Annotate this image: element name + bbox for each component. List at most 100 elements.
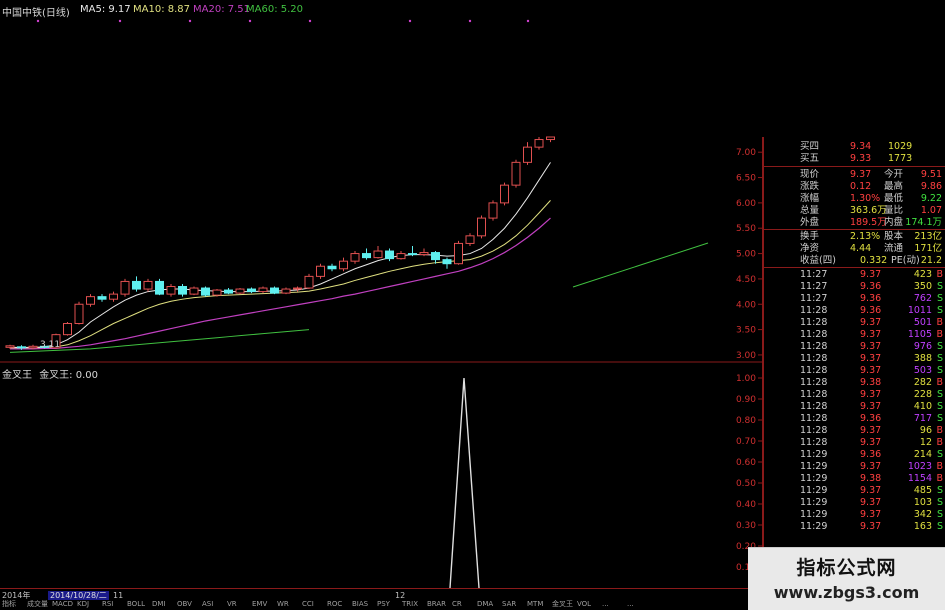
indicator-tab[interactable]: EMV bbox=[252, 600, 267, 609]
candle-body-35 bbox=[408, 253, 417, 256]
indicator-tab[interactable]: TRIX bbox=[402, 600, 418, 609]
ma5-label: MA5: 9.17 bbox=[80, 4, 131, 15]
stat-value: 0.332 bbox=[860, 255, 888, 266]
trade-row: 11:28 9.37 228 S bbox=[764, 389, 945, 400]
watermark-url: www.zbgs3.com bbox=[773, 583, 920, 602]
price-tick-label-6: 4.00 bbox=[736, 300, 756, 310]
stat-row: 涨跌 0.12 最高 9.86 bbox=[764, 181, 945, 192]
trade-time: 11:28 bbox=[800, 437, 828, 448]
indicator-tab[interactable]: BRAR bbox=[427, 600, 446, 609]
trade-row: 11:29 9.37 1023 B bbox=[764, 461, 945, 472]
trade-volume: 1105 bbox=[907, 329, 932, 340]
trade-side: S bbox=[936, 293, 943, 304]
price-axis: 7.00 6.50 6.00 5.50 5.00 4.50 4.00 3.50 3.00 bbox=[736, 148, 763, 361]
indicator-tab[interactable]: OBV bbox=[177, 600, 192, 609]
indicator-tab[interactable]: RSI bbox=[102, 600, 113, 609]
date-tab[interactable]: 2014/10/28/二 bbox=[48, 591, 109, 600]
trade-side: B bbox=[936, 377, 943, 388]
indicator-tab[interactable]: ... bbox=[627, 600, 634, 609]
trade-row: 11:28 9.37 1105 B bbox=[764, 329, 945, 340]
stat-value-2: 171亿 bbox=[914, 243, 942, 254]
stat-value: 4.44 bbox=[850, 243, 872, 254]
top-marker-5 bbox=[526, 19, 530, 23]
trade-time: 11:28 bbox=[800, 365, 828, 376]
indicator-tab[interactable]: SAR bbox=[502, 600, 516, 609]
marker-12: 12 bbox=[395, 591, 406, 600]
trade-volume: 976 bbox=[913, 341, 932, 352]
indicator-tab[interactable]: VR bbox=[227, 600, 237, 609]
indicator-tab[interactable]: 成交量 bbox=[27, 600, 48, 609]
indicator-tab[interactable]: VOL bbox=[577, 600, 591, 609]
indicator-tab[interactable]: MACD bbox=[52, 600, 73, 609]
trade-side: S bbox=[936, 497, 943, 508]
candle-body-15 bbox=[178, 286, 187, 295]
stat-label-2: 今开 bbox=[884, 169, 904, 180]
trade-side: S bbox=[936, 401, 943, 412]
candle-body-28 bbox=[327, 265, 337, 270]
candle-body-13 bbox=[155, 280, 164, 295]
trade-row: 11:27 9.36 762 S bbox=[764, 293, 945, 304]
price-tick-label-1: 6.50 bbox=[736, 174, 756, 184]
trade-time: 11:28 bbox=[800, 329, 828, 340]
indicator-tab[interactable]: MTM bbox=[527, 600, 543, 609]
candle-body-45 bbox=[523, 146, 532, 163]
indicator-axis: 1.000.900.800.700.600.500.400.300.200.10 bbox=[736, 374, 763, 573]
trade-row: 11:28 9.37 12 B bbox=[764, 437, 945, 448]
indicator-tab[interactable]: 指标 bbox=[2, 600, 16, 609]
indicator-tab[interactable]: KDJ bbox=[77, 600, 89, 609]
indicator-tab[interactable]: PSY bbox=[377, 600, 390, 609]
indicator-tab[interactable]: CCI bbox=[302, 600, 314, 609]
candle-body-11 bbox=[132, 280, 141, 290]
trade-price: 9.37 bbox=[860, 365, 882, 376]
top-marker-6 bbox=[408, 19, 412, 23]
trade-row: 11:27 9.37 423 B bbox=[764, 269, 945, 280]
stat-row: 外盘 189.5万 内盘 174.1万 bbox=[764, 217, 945, 228]
trade-time: 11:29 bbox=[800, 509, 828, 520]
trade-volume: 228 bbox=[913, 389, 932, 400]
ind-tick-label-2: 0.80 bbox=[736, 416, 756, 426]
candle-body-6 bbox=[74, 303, 84, 325]
stat-value: 1.30% bbox=[850, 193, 881, 204]
candle-body-31 bbox=[362, 253, 371, 259]
trade-volume: 1154 bbox=[907, 473, 932, 484]
trade-side: S bbox=[936, 353, 943, 364]
trade-side: B bbox=[936, 425, 943, 436]
indicator-tab[interactable]: BIAS bbox=[352, 600, 368, 609]
indicator-tab[interactable]: WR bbox=[277, 600, 289, 609]
indicator-tab[interactable]: BOLL bbox=[127, 600, 145, 609]
trade-price: 9.37 bbox=[860, 497, 882, 508]
candle-body-24 bbox=[281, 288, 291, 294]
kline-chart[interactable]: 7.00 6.50 6.00 5.50 5.00 4.50 4.00 3.50 3.00 1.0… bbox=[0, 0, 763, 590]
trade-volume: 1023 bbox=[907, 461, 932, 472]
stat-row: 涨幅 1.30% 最低 9.22 bbox=[764, 193, 945, 204]
stat-row: 净资 4.44 流通 171亿 bbox=[764, 243, 945, 254]
indicator-tab[interactable]: ROC bbox=[327, 600, 342, 609]
trade-side: B bbox=[936, 269, 943, 280]
ma60-extension-line bbox=[572, 242, 709, 288]
indicator-tab[interactable]: ASI bbox=[202, 600, 213, 609]
ind-tick-label-3: 0.70 bbox=[736, 437, 756, 447]
trade-side: B bbox=[936, 437, 943, 448]
candle-body-20 bbox=[235, 288, 245, 294]
ma10-line bbox=[10, 200, 551, 349]
stat-label: 净资 bbox=[800, 243, 820, 254]
trade-time: 11:29 bbox=[800, 521, 828, 532]
year-tab[interactable]: 2014年 bbox=[2, 591, 30, 600]
candle-body-26 bbox=[304, 275, 314, 289]
indicator-tab[interactable]: CR bbox=[452, 600, 462, 609]
indicator-tab[interactable]: DMI bbox=[152, 600, 166, 609]
trade-price: 9.36 bbox=[860, 281, 882, 292]
indicator-tab[interactable]: ... bbox=[602, 600, 609, 609]
indicator-tab[interactable]: 金叉王 bbox=[552, 600, 573, 609]
price-tick-label-5: 4.50 bbox=[736, 275, 756, 285]
candle-body-36 bbox=[419, 252, 429, 256]
indicator-tab[interactable]: DMA bbox=[477, 600, 493, 609]
trade-volume: 717 bbox=[913, 413, 932, 424]
trade-side: S bbox=[936, 305, 943, 316]
price-tick-label-8: 3.00 bbox=[736, 351, 756, 361]
trade-time: 11:29 bbox=[800, 449, 828, 460]
candle-body-5 bbox=[63, 323, 72, 336]
candle-body-2 bbox=[28, 345, 38, 349]
trade-row: 11:28 9.37 501 B bbox=[764, 317, 945, 328]
trade-volume: 485 bbox=[913, 485, 932, 496]
